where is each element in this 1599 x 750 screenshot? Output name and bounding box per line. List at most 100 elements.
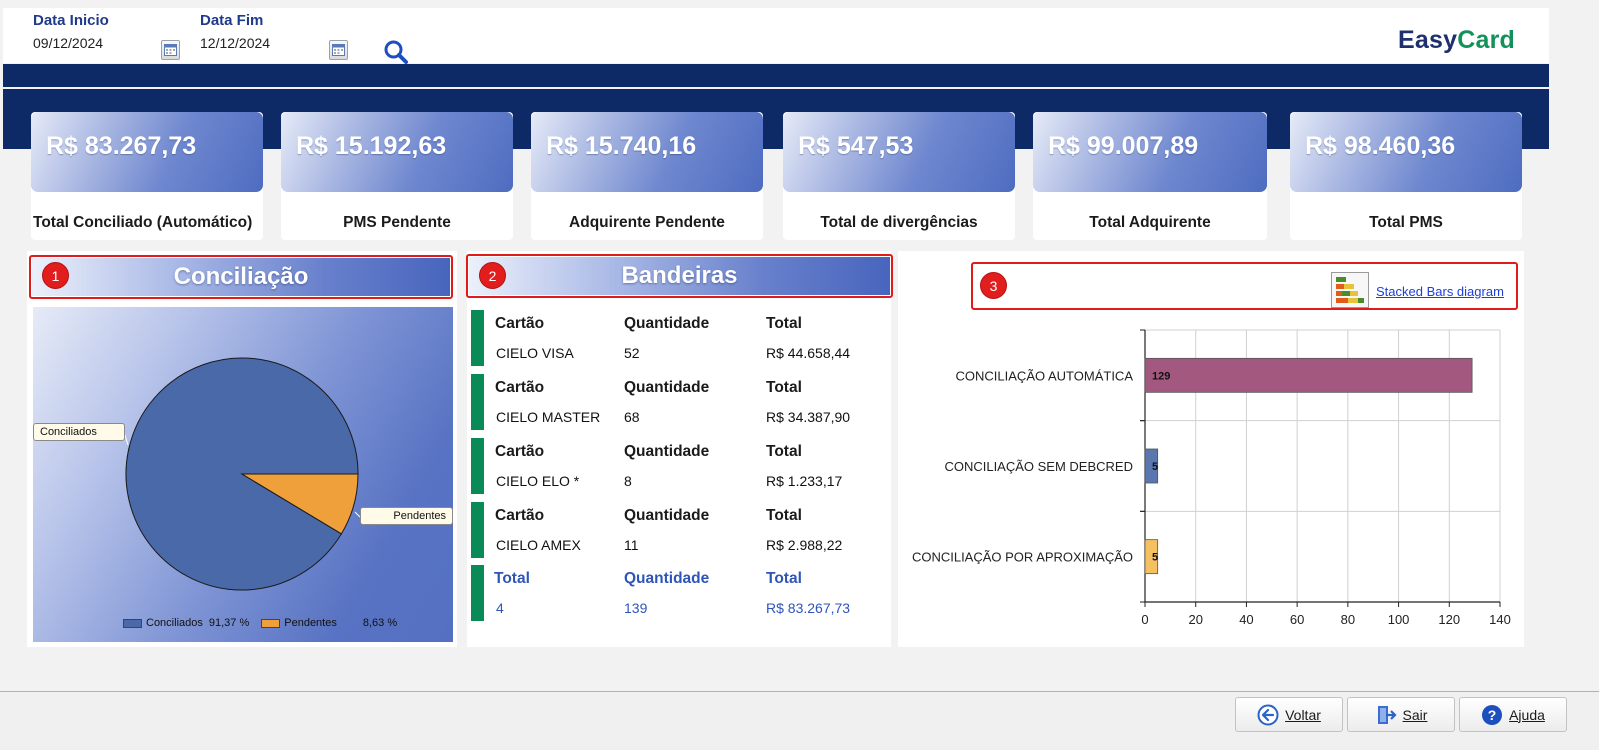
start-date-value[interactable]: 09/12/2024 bbox=[33, 35, 109, 51]
exit-door-icon bbox=[1377, 705, 1397, 724]
card-qty: 52 bbox=[624, 345, 640, 361]
easycard-logo: EasyCard bbox=[1398, 26, 1515, 55]
start-date-calendar-icon[interactable] bbox=[161, 40, 180, 60]
total-header-card: Total bbox=[494, 570, 530, 587]
end-date-calendar-icon[interactable] bbox=[329, 40, 348, 60]
legend-pct-pendentes: 8,63 % bbox=[362, 617, 398, 629]
conciliacao-header: Conciliação bbox=[29, 255, 453, 299]
total-amount: R$ 83.267,73 bbox=[766, 600, 851, 616]
legend-swatch-pendentes bbox=[261, 618, 281, 628]
legend-label-conciliados: Conciliados bbox=[146, 617, 203, 629]
card-total: R$ 2.988,22 bbox=[766, 537, 843, 553]
card-name: CIELO AMEX bbox=[496, 537, 581, 553]
total-qty: 139 bbox=[624, 600, 648, 616]
bar-value-label: 5 bbox=[1152, 552, 1158, 564]
card-name: CIELO MASTER bbox=[496, 409, 601, 425]
conciliacao-title: Conciliação bbox=[173, 263, 309, 290]
kpi-amount: R$ 15.192,63 bbox=[281, 112, 513, 192]
col-header-qty: Quantidade bbox=[624, 315, 710, 332]
col-header-qty: Quantidade bbox=[624, 379, 710, 396]
col-header-qty: Quantidade bbox=[624, 443, 710, 460]
card-name: CIELO ELO * bbox=[496, 473, 580, 489]
svg-text:?: ? bbox=[1488, 707, 1497, 723]
end-date-value[interactable]: 12/12/2024 bbox=[200, 35, 270, 51]
kpi-amount: R$ 99.007,89 bbox=[1033, 112, 1267, 192]
kpi-caption: Total Adquirente bbox=[1089, 214, 1211, 231]
pie-legend: Conciliados 91,37 % Pendentes 8,63 % bbox=[123, 617, 397, 629]
conciliacao-pie-chart: Conciliados Pendentes Conciliados 91,37 … bbox=[33, 307, 453, 642]
bandeiras-title: Bandeiras bbox=[621, 262, 738, 289]
x-tick-label: 60 bbox=[1290, 612, 1304, 627]
x-tick-label: 100 bbox=[1388, 612, 1410, 627]
card-row-cielo-visa: Cartão Quantidade Total CIELO VISA 52 R$… bbox=[471, 310, 886, 366]
card-row-cielo-master: Cartão Quantidade Total CIELO MASTER 68 … bbox=[471, 374, 886, 430]
col-header-qty: Quantidade bbox=[624, 507, 710, 524]
kpi-card-pms-pendente: R$ 15.192,63 PMS Pendente bbox=[281, 112, 513, 240]
logo-part-card: Card bbox=[1457, 26, 1515, 54]
col-header-total: Total bbox=[766, 379, 802, 396]
kpi-caption: Total PMS bbox=[1369, 214, 1443, 231]
card-qty: 68 bbox=[624, 409, 640, 425]
x-tick-label: 80 bbox=[1341, 612, 1355, 627]
pie-svg bbox=[123, 357, 361, 591]
total-count: 4 bbox=[496, 600, 504, 616]
kpi-amount: R$ 547,53 bbox=[783, 112, 1015, 192]
start-date-label: Data Inicio bbox=[33, 12, 109, 29]
col-header-total: Total bbox=[766, 443, 802, 460]
row-marker bbox=[471, 565, 484, 621]
voltar-button[interactable]: Voltar bbox=[1235, 697, 1343, 732]
x-tick-label: 20 bbox=[1188, 612, 1202, 627]
kpi-amount: R$ 98.460,36 bbox=[1290, 112, 1522, 192]
stacked-bars-icon[interactable] bbox=[1331, 272, 1369, 308]
header-band bbox=[3, 64, 1549, 87]
card-total: R$ 44.658,44 bbox=[766, 345, 851, 361]
card-total: R$ 1.233,17 bbox=[766, 473, 843, 489]
search-icon[interactable] bbox=[383, 39, 409, 65]
bar-chart: 0 20 40 60 80 100 120 140 CONCILIAÇÃO AUTOMÁTICA… bbox=[912, 329, 1511, 627]
callout-conciliados: Conciliados bbox=[33, 423, 125, 441]
total-header-qty: Quantidade bbox=[624, 570, 710, 587]
legend-label-pendentes: Pendentes bbox=[284, 617, 337, 629]
kpi-card-adquirente-pendente: R$ 15.740,16 Adquirente Pendente bbox=[531, 112, 763, 240]
ajuda-button[interactable]: ? Ajuda bbox=[1459, 697, 1567, 732]
logo-part-easy: Easy bbox=[1398, 26, 1458, 54]
kpi-caption: PMS Pendente bbox=[343, 214, 451, 231]
x-tick-label: 140 bbox=[1489, 612, 1511, 627]
x-tick-label: 0 bbox=[1141, 612, 1148, 627]
voltar-label: Voltar bbox=[1285, 706, 1321, 723]
badge-2: 2 bbox=[479, 262, 506, 289]
kpi-amount: R$ 15.740,16 bbox=[531, 112, 763, 192]
filter-bar: Data Inicio 09/12/2024 Data Fim 12/12/20… bbox=[3, 8, 1549, 65]
bar-value-label: 129 bbox=[1152, 370, 1170, 382]
kpi-card-total-divergencias: R$ 547,53 Total de divergências bbox=[783, 112, 1015, 240]
start-date-field[interactable]: Data Inicio 09/12/2024 bbox=[33, 12, 109, 51]
card-row-cielo-elo: Cartão Quantidade Total CIELO ELO * 8 R$… bbox=[471, 438, 886, 494]
col-header-total: Total bbox=[766, 315, 802, 332]
y-category-label: CONCILIAÇÃO SEM DEBCRED bbox=[944, 459, 1133, 474]
col-header-card: Cartão bbox=[495, 379, 545, 396]
col-header-card: Cartão bbox=[495, 443, 545, 460]
kpi-amount: R$ 83.267,73 bbox=[31, 112, 263, 192]
row-marker bbox=[471, 374, 484, 430]
arrow-left-icon bbox=[1257, 704, 1279, 725]
bar-value-label: 5 bbox=[1152, 461, 1158, 473]
stacked-bars-link[interactable]: Stacked Bars diagram bbox=[1376, 284, 1504, 299]
y-category-label: CONCILIAÇÃO POR APROXIMAÇÃO bbox=[912, 550, 1133, 565]
badge-3: 3 bbox=[980, 272, 1007, 299]
stacked-bars-header: Stacked Bars diagram bbox=[971, 262, 1518, 310]
help-icon: ? bbox=[1482, 704, 1503, 725]
card-total: R$ 34.387,90 bbox=[766, 409, 851, 425]
kpi-caption: Total Conciliado (Automático) bbox=[33, 214, 253, 231]
col-header-card: Cartão bbox=[495, 315, 545, 332]
card-qty: 8 bbox=[624, 473, 632, 489]
badge-1: 1 bbox=[42, 262, 69, 289]
kpi-card-total-conciliado: R$ 83.267,73 Total Conciliado (Automátic… bbox=[31, 112, 263, 240]
card-name: CIELO VISA bbox=[496, 345, 574, 361]
sair-button[interactable]: Sair bbox=[1347, 697, 1455, 732]
end-date-field[interactable]: Data Fim 12/12/2024 bbox=[200, 12, 270, 51]
bar bbox=[1144, 357, 1473, 393]
x-tick-label: 40 bbox=[1239, 612, 1253, 627]
card-qty: 11 bbox=[624, 537, 639, 553]
kpi-caption: Total de divergências bbox=[820, 214, 978, 231]
row-marker bbox=[471, 502, 484, 558]
